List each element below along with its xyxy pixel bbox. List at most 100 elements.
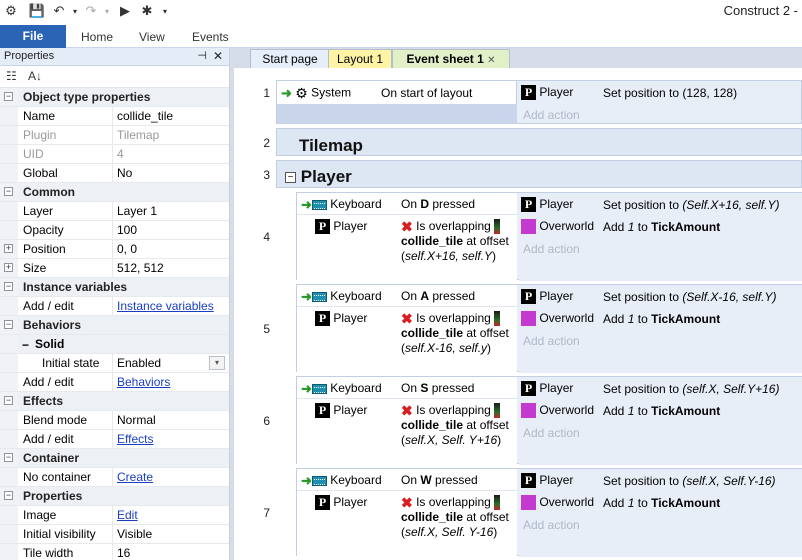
property-value[interactable]: 100	[113, 221, 229, 239]
property-value[interactable]: Enabled ▾	[113, 354, 229, 372]
action-text[interactable]: Set position to (self.X, Self.Y+16)	[603, 382, 779, 396]
property-category[interactable]: − Common	[0, 183, 229, 202]
property-value[interactable]: Layer 1	[113, 202, 229, 220]
property-row[interactable]: Layer Layer 1	[0, 202, 229, 221]
property-value[interactable]: 512, 512	[113, 259, 229, 277]
action-text[interactable]: Set position to (Self.X+16, self.Y)	[603, 198, 779, 212]
add-action-link[interactable]: Add action	[523, 334, 580, 348]
property-value[interactable]: collide_tile	[113, 107, 229, 125]
categorized-view-icon[interactable]: ☷	[6, 69, 17, 83]
ribbon-tab-home[interactable]: Home	[81, 30, 113, 44]
close-icon[interactable]: ✕	[213, 48, 223, 65]
file-menu-button[interactable]: File	[0, 25, 66, 48]
ribbon-tab-events[interactable]: Events	[192, 30, 229, 44]
action-object[interactable]: P Player	[521, 473, 573, 489]
property-value[interactable]: No	[113, 164, 229, 182]
dropdown-icon[interactable]: ▾	[209, 356, 225, 370]
collapse-icon[interactable]: −	[4, 92, 13, 101]
event-1-condition[interactable]: ➜ ⚙ System On start of layout	[277, 81, 517, 104]
sort-alpha-icon[interactable]: A↓	[28, 69, 42, 83]
property-value[interactable]: Normal	[113, 411, 229, 429]
event-7[interactable]: ➜ Keyboard On W pressed P Player ✖ Is ov…	[296, 468, 802, 557]
property-link[interactable]: Create	[117, 470, 153, 484]
property-row[interactable]: Add / edit Behaviors	[0, 373, 229, 392]
keyboard-condition[interactable]: ➜ Keyboard On W pressed	[297, 469, 517, 491]
property-category[interactable]: − Effects	[0, 392, 229, 411]
keyboard-condition[interactable]: ➜ Keyboard On S pressed	[297, 377, 517, 399]
keyboard-condition[interactable]: ➜ Keyboard On A pressed	[297, 285, 517, 307]
debug-icon[interactable]: ✱	[138, 2, 156, 20]
tab-start-page[interactable]: Start page	[250, 49, 330, 68]
tab-close-icon[interactable]: ✕	[487, 55, 495, 66]
property-row[interactable]: Opacity 100	[0, 221, 229, 240]
collapse-icon[interactable]: −	[4, 282, 13, 291]
action-object[interactable]: P Player	[521, 85, 573, 101]
tab-layout-1[interactable]: Layout 1	[328, 49, 392, 68]
group-tilemap[interactable]: Tilemap	[276, 128, 802, 156]
property-value[interactable]: 4	[113, 145, 229, 163]
collapse-icon[interactable]: −	[4, 396, 13, 405]
event-4[interactable]: ➜ Keyboard On D pressed P Player ✖ Is ov…	[296, 192, 802, 281]
action-object[interactable]: P Player	[521, 381, 573, 397]
event-1[interactable]: ➜ ⚙ System On start of layout P Player S…	[276, 80, 802, 124]
property-value[interactable]: Visible	[113, 525, 229, 543]
collapse-icon[interactable]: −	[4, 320, 13, 329]
property-row[interactable]: UID 4	[0, 145, 229, 164]
property-category[interactable]: − Object type properties	[0, 88, 229, 107]
property-row[interactable]: No container Create	[0, 468, 229, 487]
property-link[interactable]: Effects	[117, 432, 153, 446]
expand-icon[interactable]: +	[4, 244, 13, 253]
collapse-icon[interactable]: −	[4, 491, 13, 500]
pin-icon[interactable]: ⊣	[197, 48, 207, 65]
action-object[interactable]: Overworld	[521, 495, 594, 511]
group-player[interactable]: − Player	[276, 160, 802, 188]
property-row[interactable]: Name collide_tile	[0, 107, 229, 126]
collapse-icon[interactable]: −	[22, 336, 29, 353]
property-value[interactable]: Tilemap	[113, 126, 229, 144]
property-value[interactable]: 16	[113, 544, 229, 560]
property-value[interactable]: Edit	[113, 506, 229, 524]
property-value[interactable]: 0, 0	[113, 240, 229, 258]
add-action-link[interactable]: Add action	[523, 108, 580, 122]
expand-icon[interactable]: +	[4, 263, 13, 272]
property-row[interactable]: Global No	[0, 164, 229, 183]
keyboard-condition[interactable]: ➜ Keyboard On D pressed	[297, 193, 517, 215]
run-icon[interactable]: ▶	[116, 2, 134, 20]
property-category[interactable]: − Instance variables	[0, 278, 229, 297]
property-row[interactable]: Tile width 16	[0, 544, 229, 560]
action-object[interactable]: Overworld	[521, 403, 594, 419]
property-row[interactable]: Initial visibility Visible	[0, 525, 229, 544]
property-value[interactable]: Effects	[113, 430, 229, 448]
ribbon-tab-view[interactable]: View	[139, 30, 165, 44]
add-action-link[interactable]: Add action	[523, 242, 580, 256]
property-row[interactable]: + Size 512, 512	[0, 259, 229, 278]
property-row[interactable]: + Position 0, 0	[0, 240, 229, 259]
property-link[interactable]: Edit	[117, 508, 138, 522]
property-row[interactable]: Add / edit Effects	[0, 430, 229, 449]
property-category[interactable]: − Behaviors	[0, 316, 229, 335]
gear-app-icon[interactable]: ⚙	[2, 2, 20, 20]
action-text[interactable]: Add 1 to TickAmount	[603, 404, 720, 418]
add-action-link[interactable]: Add action	[523, 426, 580, 440]
property-category[interactable]: − Container	[0, 449, 229, 468]
overlap-condition[interactable]: P Player ✖ Is overlapping collide_tile a…	[297, 215, 517, 281]
collapse-icon[interactable]: −	[4, 187, 13, 196]
add-action-link[interactable]: Add action	[523, 518, 580, 532]
property-row[interactable]: Initial state Enabled ▾	[0, 354, 229, 373]
property-value[interactable]: Behaviors	[113, 373, 229, 391]
event-6[interactable]: ➜ Keyboard On S pressed P Player ✖ Is ov…	[296, 376, 802, 465]
property-row[interactable]: Blend mode Normal	[0, 411, 229, 430]
property-link[interactable]: Behaviors	[117, 375, 170, 389]
property-row[interactable]: Add / edit Instance variables	[0, 297, 229, 316]
collapse-icon[interactable]: −	[4, 453, 13, 462]
collapse-toggle-icon[interactable]: −	[285, 172, 296, 184]
quick-access-dropdown-icon[interactable]: ▾	[156, 2, 174, 20]
tab-event-sheet-1[interactable]: Event sheet 1 ✕	[392, 49, 510, 68]
event-5[interactable]: ➜ Keyboard On A pressed P Player ✖ Is ov…	[296, 284, 802, 373]
action-text[interactable]: Set position to (Self.X-16, self.Y)	[603, 290, 776, 304]
action-object[interactable]: Overworld	[521, 219, 594, 235]
action-object[interactable]: P Player	[521, 197, 573, 213]
overlap-condition[interactable]: P Player ✖ Is overlapping collide_tile a…	[297, 307, 517, 373]
overlap-condition[interactable]: P Player ✖ Is overlapping collide_tile a…	[297, 491, 517, 557]
property-link[interactable]: Instance variables	[117, 299, 214, 313]
